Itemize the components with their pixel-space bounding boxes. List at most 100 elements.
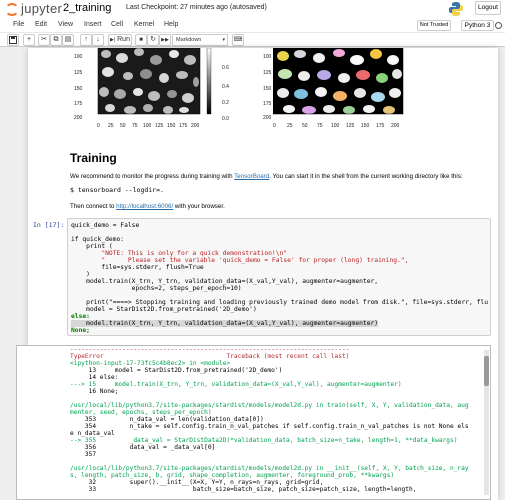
x-tick: 25: [287, 123, 293, 129]
output-line: 33 batch_size=batch_size, patch_size=pat…: [70, 486, 417, 493]
menu-view[interactable]: View: [58, 21, 73, 28]
notebook-name[interactable]: 2_training: [63, 2, 111, 14]
output-line: e n_data_val: [70, 430, 115, 437]
x-tick: 0: [273, 123, 276, 129]
y-tick: 100: [74, 54, 83, 60]
insert-cell-button[interactable]: +: [23, 34, 35, 46]
run-label: Run: [117, 36, 130, 43]
output-line: 354 n_take = self.config.train_n_val_pat…: [70, 423, 469, 430]
y-tick: 150: [74, 86, 83, 92]
paragraph-text: We recommend to monitor the progress dur…: [70, 173, 235, 180]
logout-button[interactable]: Logout: [475, 1, 501, 15]
output-line: /usr/local/lib/python3.7/site-packages/s…: [70, 465, 469, 472]
paste-button[interactable]: ▤: [62, 34, 74, 46]
cell-type-value: Markdown: [176, 37, 202, 43]
move-up-button[interactable]: ↑: [80, 34, 92, 46]
code-editor[interactable]: quick_demo = False if quick_demo: print …: [67, 218, 491, 336]
output-line: <ipython-input-17-73fc5c4b8ec2> in <modu…: [70, 360, 231, 367]
x-tick: 25: [108, 123, 114, 129]
label-image-plot: [273, 48, 404, 115]
code-line: ): [71, 271, 90, 278]
output-area[interactable]: ----------------------------------------…: [16, 345, 491, 500]
markdown-heading: Training: [70, 151, 117, 165]
output-line: TypeError Traceback (most recent call la…: [70, 353, 350, 360]
x-tick: 200: [391, 123, 400, 129]
x-tick: 50: [120, 123, 126, 129]
save-button[interactable]: [7, 34, 19, 46]
x-tick: 200: [191, 123, 200, 129]
menu-kernel[interactable]: Kernel: [134, 21, 154, 28]
menu-file[interactable]: File: [13, 21, 24, 28]
paragraph-text: Then connect to: [70, 203, 117, 210]
menu-insert[interactable]: Insert: [84, 21, 102, 28]
menu-help[interactable]: Help: [164, 21, 178, 28]
copy-button[interactable]: ⧉: [50, 34, 62, 46]
restart-run-all-button[interactable]: ▶▶: [159, 34, 171, 46]
x-tick: 75: [317, 123, 323, 129]
colorbar-tick: 0.6: [222, 65, 229, 71]
x-tick: 125: [346, 123, 355, 129]
menu-edit[interactable]: Edit: [35, 21, 47, 28]
grayscale-image-plot: [97, 48, 212, 115]
output-line: /usr/local/lib/python3.7/site-packages/s…: [70, 402, 469, 409]
arrow-up-icon: ↑: [84, 36, 88, 43]
colorbar-tick: 0.0: [222, 116, 229, 122]
code-line: None;: [71, 327, 90, 334]
code-line: "NOTE: This is only for a quick demonstr…: [71, 250, 288, 257]
code-line: quick_demo = False: [71, 222, 140, 229]
localhost-link[interactable]: http://localhost:6006/: [116, 203, 173, 210]
paragraph-text: . You can start it in the shell from the…: [269, 173, 463, 180]
tensorboard-link[interactable]: TensorBoard: [234, 173, 269, 180]
x-tick: 175: [179, 123, 188, 129]
command-palette-button[interactable]: ⌨: [232, 34, 244, 46]
markdown-paragraph: We recommend to monitor the progress dur…: [70, 173, 463, 180]
stop-icon: ■: [139, 37, 143, 43]
jupyter-app: jupyter 2_training Last Checkpoint: 27 m…: [0, 0, 505, 500]
y-tick: 175: [74, 101, 83, 107]
code-line: else:: [71, 313, 90, 320]
shell-command: $ tensorboard --logdir=.: [70, 186, 164, 194]
save-icon: [9, 36, 17, 44]
menu-cell[interactable]: Cell: [111, 21, 123, 28]
checkpoint-status: Last Checkpoint: 27 minutes ago (autosav…: [126, 4, 267, 11]
output-line: 13 model = StarDist2D.from_pretrained('2…: [70, 367, 283, 374]
code-line: epochs=2, steps_per_epoch=10): [71, 285, 242, 292]
output-line: s, length, patch_size, b, grid, shape_co…: [70, 472, 395, 479]
output-line: ---> 15 model.train(X_trn, Y_trn, valida…: [70, 381, 402, 388]
keyboard-icon: ⌨: [233, 37, 243, 43]
output-line: 32 super().__init__(X=X, Y=Y, n_rays=n_r…: [70, 479, 324, 486]
code-line: print("====> Stopping training and loadi…: [71, 299, 489, 306]
move-down-button[interactable]: ↓: [92, 34, 104, 46]
logo-text: jupyter: [21, 1, 63, 16]
output-scrollbar-thumb[interactable]: [484, 356, 489, 386]
run-icon: ▶|: [110, 37, 116, 43]
run-button[interactable]: ▶| Run: [108, 34, 132, 46]
header: jupyter 2_training Last Checkpoint: 27 m…: [0, 0, 505, 18]
x-tick: 150: [167, 123, 176, 129]
cut-button[interactable]: ✂: [38, 34, 50, 46]
y-tick: 175: [263, 101, 272, 107]
x-tick: 150: [361, 123, 370, 129]
paste-icon: ▤: [64, 36, 72, 43]
jupyter-logo[interactable]: jupyter: [5, 1, 63, 17]
output-line: 16 None;: [70, 388, 119, 395]
cell-type-select[interactable]: Markdown ▾: [172, 34, 228, 46]
y-tick: 100: [263, 54, 272, 60]
code-line: model.train(X_trn, Y_trn, validation_dat…: [71, 278, 379, 285]
output-line: 353 n_data_val = len(validation_data[0]): [70, 416, 264, 423]
x-tick: 175: [376, 123, 385, 129]
y-tick: 125: [263, 70, 272, 76]
code-line: print (: [71, 243, 113, 250]
x-tick: 75: [132, 123, 138, 129]
cut-icon: ✂: [41, 36, 47, 43]
output-line: 356 data_val = _data_val[0]: [70, 444, 216, 451]
restart-button[interactable]: ↻: [147, 34, 159, 46]
markdown-paragraph: Then connect to http://localhost:6006/ w…: [70, 203, 225, 210]
output-line: ----------------------------------------…: [70, 346, 350, 353]
interrupt-button[interactable]: ■: [135, 34, 147, 46]
kernel-name: Python 3: [461, 20, 494, 31]
y-tick: 200: [263, 115, 272, 121]
plus-icon: +: [26, 36, 32, 43]
trusted-indicator[interactable]: Not Trusted: [417, 20, 451, 31]
code-line: model = StarDist2D.from_pretrained('2D_d…: [71, 306, 257, 313]
